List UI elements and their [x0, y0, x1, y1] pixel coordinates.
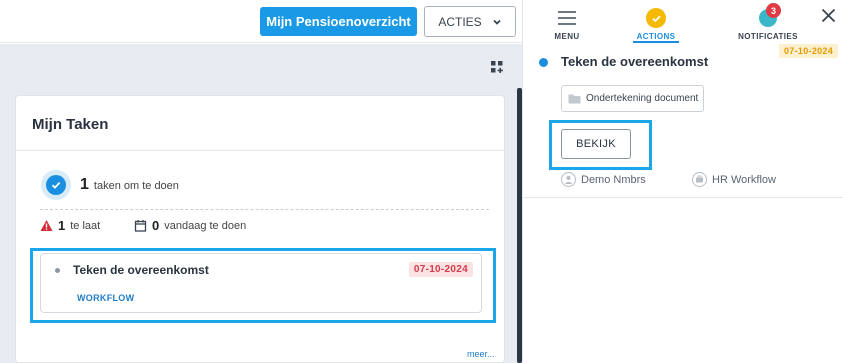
divider [523, 197, 843, 198]
check-circle-icon [41, 170, 71, 200]
tab-notificaties[interactable]: 3 NOTIFICATIES [729, 0, 807, 43]
chevron-down-icon [493, 19, 501, 25]
divider [16, 150, 504, 151]
acties-dropdown-button[interactable]: ACTIES [424, 6, 516, 37]
top-bar: Mijn Pensioenoverzicht ACTIES [0, 0, 522, 43]
tab-actions[interactable]: ACTIONS [633, 0, 679, 43]
late-count: 1 [58, 218, 66, 233]
document-label: Ondertekening document [586, 93, 699, 104]
todo-summary: 1 taken om te doen [80, 176, 179, 194]
more-link[interactable]: meer... [467, 349, 495, 359]
workflow-meta: HR Workflow [692, 172, 776, 187]
add-widget-icon[interactable] [490, 60, 504, 74]
late-label: te laat [70, 219, 101, 232]
workflow-icon [692, 172, 707, 187]
task-title: Teken de overeenkomst [73, 263, 209, 277]
today-label: vandaag te doen [164, 219, 247, 232]
hamburger-icon [558, 11, 576, 25]
bullet-icon [55, 268, 60, 273]
folder-icon [568, 94, 581, 104]
close-icon[interactable] [821, 8, 836, 23]
warning-icon [40, 220, 53, 231]
active-tab-indicator [633, 41, 679, 43]
main-area: Mijn Pensioenoverzicht ACTIES Mijn Taken… [0, 0, 522, 363]
late-stat[interactable]: 1 te laat [40, 218, 100, 233]
tasks-card: Mijn Taken 1 taken om te doen 1 te laat … [15, 95, 505, 363]
tab-menu-label: MENU [554, 32, 580, 41]
view-button[interactable]: BEKIJK [561, 129, 631, 159]
acties-label: ACTIES [438, 14, 482, 29]
pension-overview-button[interactable]: Mijn Pensioenoverzicht [260, 7, 417, 36]
notification-icon: 3 [759, 3, 781, 27]
task-type-label: WORKFLOW [77, 293, 135, 303]
action-date-badge: 07-10-2024 [779, 44, 839, 58]
check-circle-icon [646, 8, 666, 28]
today-stat[interactable]: 0 vandaag te doen [134, 218, 246, 233]
tab-notificaties-label: NOTIFICATIES [738, 32, 798, 41]
document-chip[interactable]: Ondertekening document [561, 85, 704, 112]
today-count: 0 [152, 218, 160, 233]
tab-actions-label: ACTIONS [636, 32, 676, 41]
owner-meta: Demo Nmbrs [561, 172, 646, 187]
user-icon [561, 172, 576, 187]
workflow-name: HR Workflow [712, 173, 776, 186]
dashed-divider [40, 209, 489, 210]
action-title: Teken de overeenkomst [561, 54, 709, 69]
task-due-date-badge: 07-10-2024 [408, 262, 473, 277]
actions-panel: MENU ACTIONS 3 NOTIFICATIES 07-10-2024 T… [522, 0, 843, 363]
calendar-icon [134, 220, 147, 232]
unread-dot-icon [539, 58, 548, 67]
notification-count-badge: 3 [766, 3, 781, 18]
task-item[interactable]: Teken de overeenkomst 07-10-2024 WORKFLO… [40, 253, 482, 313]
owner-name: Demo Nmbrs [581, 173, 646, 186]
todo-label: taken om te doen [93, 180, 179, 192]
tab-menu[interactable]: MENU [545, 0, 589, 43]
todo-count: 1 [80, 176, 89, 193]
tasks-card-title: Mijn Taken [32, 116, 109, 133]
